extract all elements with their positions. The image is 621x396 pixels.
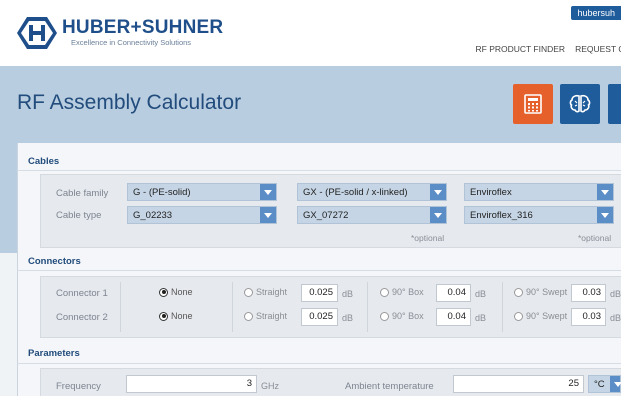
nav-rf-product-finder[interactable]: RF PRODUCT FINDER (476, 44, 566, 54)
radio-selected-icon (159, 287, 168, 297)
parameters-divider (17, 363, 621, 364)
chevron-down-icon (430, 184, 446, 200)
connector-2-straight-radio[interactable]: Straight (244, 311, 287, 321)
cable-type-label: Cable type (56, 210, 102, 221)
column-separator (120, 282, 121, 332)
radio-label: 90° Swept (526, 311, 568, 321)
radio-label: Straight (256, 311, 288, 321)
frequency-input[interactable]: 3 (126, 375, 257, 393)
column-separator (367, 282, 368, 332)
column-separator (502, 282, 503, 332)
cable-family-label: Cable family (56, 188, 109, 199)
column-separator (232, 282, 233, 332)
cables-heading: Cables (28, 156, 60, 167)
top-bar: hubersuh HUBER+SUHNER Excellence in Conn… (0, 0, 621, 66)
radio-icon (514, 311, 523, 321)
select-value: Enviroflex_316 (470, 210, 533, 221)
unit-label: dB (342, 313, 354, 323)
top-nav: RF PRODUCT FINDER REQUEST Q (476, 44, 621, 54)
chevron-down-icon (260, 184, 276, 200)
calculator-icon (524, 94, 542, 114)
connector-1-none-radio[interactable]: None (159, 287, 193, 297)
radio-icon (244, 287, 253, 297)
radio-icon (380, 287, 389, 297)
select-value: GX_07272 (303, 210, 349, 221)
radio-icon (514, 287, 523, 297)
brand-name: HUBER+SUHNER (62, 17, 224, 38)
chevron-down-icon (260, 207, 276, 223)
connector-1-box-radio[interactable]: 90° Box (380, 287, 424, 297)
brain-button[interactable] (560, 84, 600, 124)
radio-icon (380, 311, 389, 321)
radio-label: Straight (256, 287, 288, 297)
connector-2-straight-input[interactable]: 0.025 (301, 308, 338, 326)
connector-2-swept-input[interactable]: 0.03 (571, 308, 606, 326)
temperature-unit-select[interactable]: °C (588, 375, 621, 393)
connector-1-label: Connector 1 (56, 288, 108, 299)
radio-selected-icon (159, 311, 168, 321)
calculator-button[interactable] (513, 84, 553, 124)
optional-note-2: *optional (411, 233, 445, 243)
chevron-down-icon (610, 376, 621, 392)
connectors-divider (17, 270, 621, 271)
cable-family-select-3[interactable]: Enviroflex (464, 183, 614, 201)
unit-label: dB (342, 289, 354, 299)
ambient-temperature-input[interactable]: 25 (453, 375, 584, 393)
select-value: Enviroflex (470, 187, 512, 198)
connectors-heading: Connectors (28, 256, 81, 267)
connector-1-straight-input[interactable]: 0.025 (301, 284, 338, 302)
user-account-tab[interactable]: hubersuh (571, 6, 621, 20)
connector-2-box-input[interactable]: 0.04 (436, 308, 471, 326)
radio-icon (244, 311, 253, 321)
connector-1-box-input[interactable]: 0.04 (436, 284, 471, 302)
unit-label: dB (610, 313, 621, 323)
radio-label: None (171, 311, 193, 321)
sidebar-strip (0, 253, 17, 396)
radio-label: 90° Box (392, 311, 424, 321)
chevron-down-icon (597, 184, 613, 200)
connector-1-swept-radio[interactable]: 90° Swept (514, 287, 567, 297)
unit-label: dB (610, 289, 621, 299)
unit-label: dB (475, 289, 487, 299)
select-value: °C (594, 379, 605, 390)
frequency-label: Frequency (56, 381, 101, 392)
cable-type-select-3[interactable]: Enviroflex_316 (464, 206, 614, 224)
optional-note-3: *optional (578, 233, 612, 243)
chevron-down-icon (430, 207, 446, 223)
cable-family-select-2[interactable]: GX - (PE-solid / x-linked) (297, 183, 447, 201)
select-value: GX - (PE-solid / x-linked) (303, 187, 408, 198)
select-value: G_02233 (133, 210, 173, 221)
select-value: G - (PE-solid) (133, 187, 191, 198)
brand-logo[interactable]: HUBER+SUHNER Excellence in Connectivity … (16, 16, 223, 50)
radio-label: None (171, 287, 193, 297)
frequency-unit: GHz (261, 381, 279, 391)
cables-divider (17, 170, 621, 171)
radio-label: 90° Box (392, 287, 424, 297)
cable-type-select-2[interactable]: GX_07272 (297, 206, 447, 224)
hero-banner: RF Assembly Calculator (0, 66, 621, 130)
huber-suhner-logo-icon (16, 16, 58, 50)
chevron-down-icon (597, 207, 613, 223)
connector-2-box-radio[interactable]: 90° Box (380, 311, 424, 321)
unit-label: dB (475, 313, 487, 323)
page-title: RF Assembly Calculator (17, 91, 242, 114)
cable-type-select-1[interactable]: G_02233 (127, 206, 277, 224)
connector-1-straight-radio[interactable]: Straight (244, 287, 287, 297)
brand-tagline: Excellence in Connectivity Solutions (71, 38, 192, 47)
parameters-heading: Parameters (28, 348, 80, 359)
connector-2-label: Connector 2 (56, 312, 108, 323)
connector-2-swept-radio[interactable]: 90° Swept (514, 311, 567, 321)
brain-icon (569, 94, 591, 113)
connector-1-swept-input[interactable]: 0.03 (571, 284, 606, 302)
nav-request-quote[interactable]: REQUEST Q (575, 44, 621, 54)
connector-2-none-radio[interactable]: None (159, 311, 193, 321)
cable-family-select-1[interactable]: G - (PE-solid) (127, 183, 277, 201)
radio-label: 90° Swept (526, 287, 568, 297)
ambient-temperature-label: Ambient temperature (345, 381, 434, 392)
menu-button[interactable] (608, 84, 621, 124)
